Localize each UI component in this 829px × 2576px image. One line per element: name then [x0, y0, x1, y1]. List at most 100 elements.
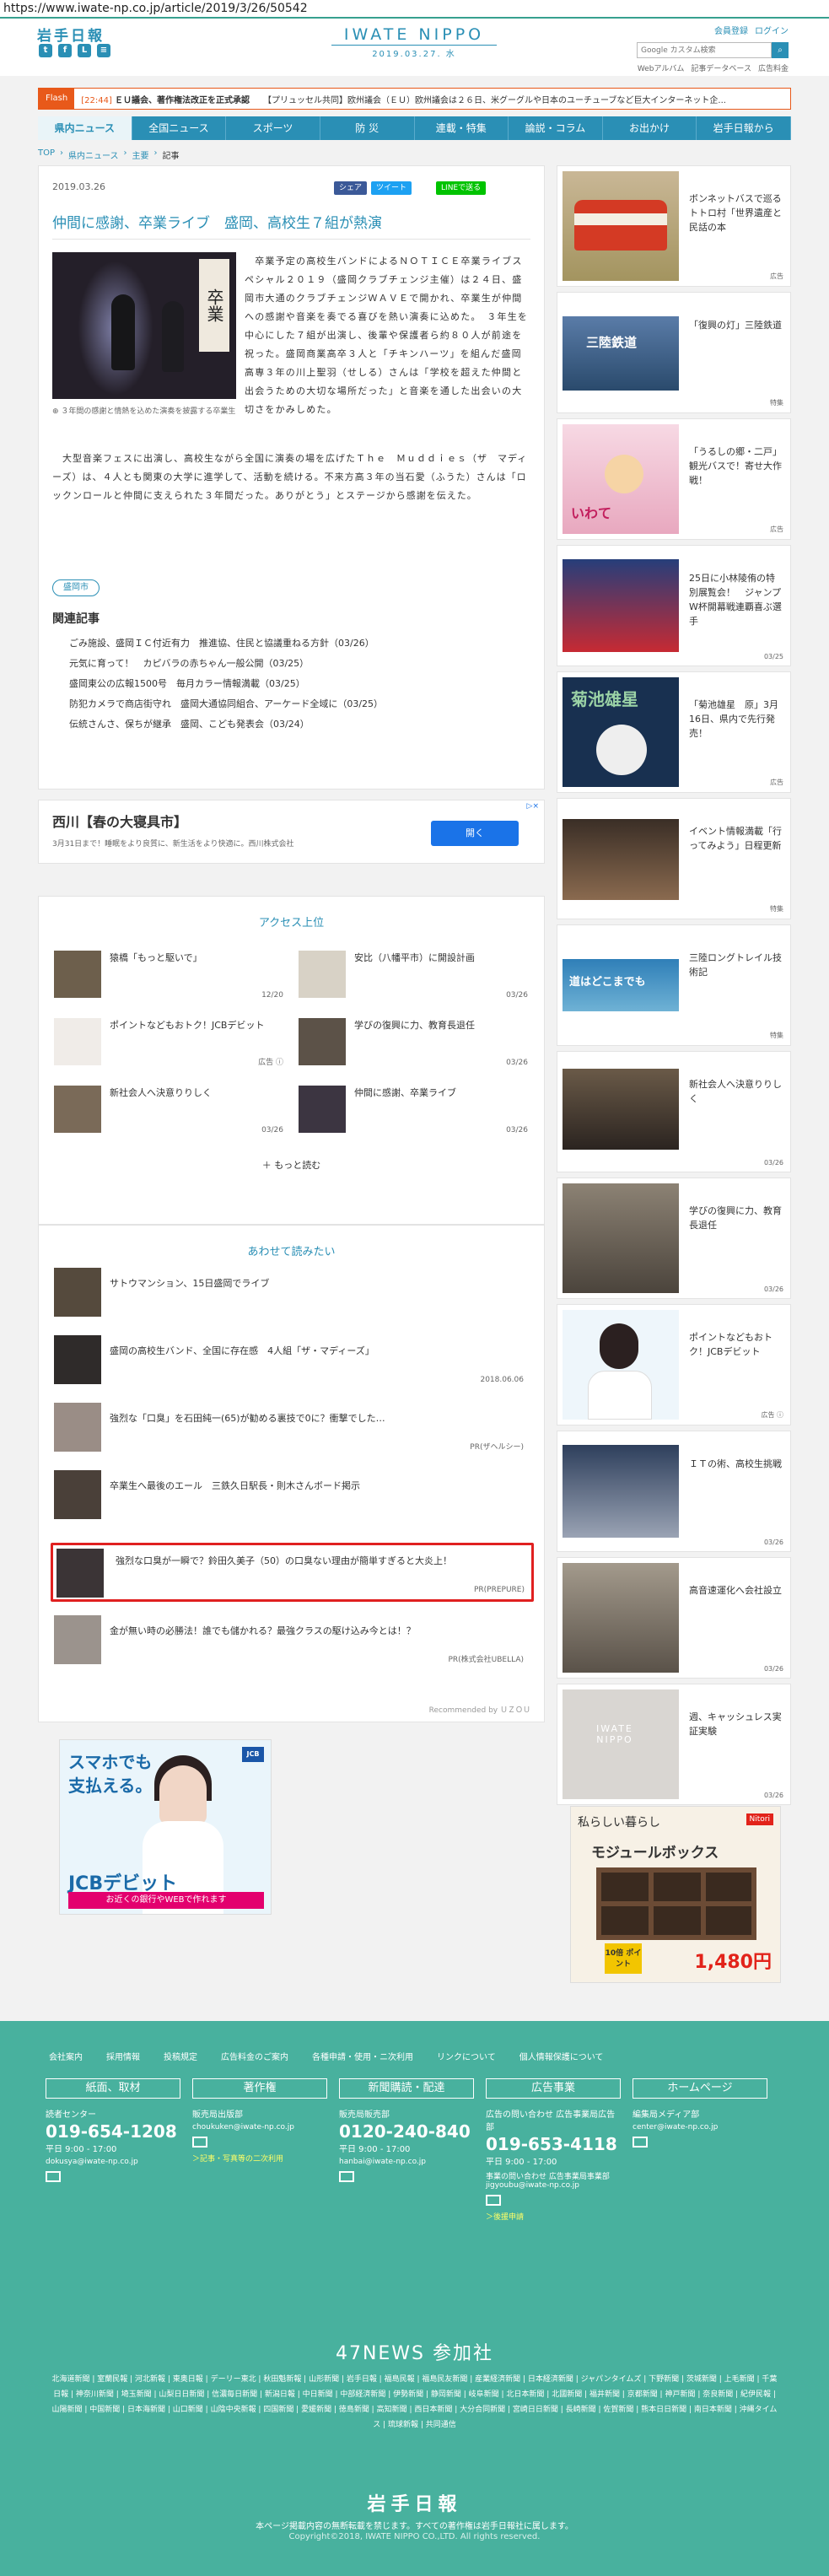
footer-link[interactable]: 会社案内 [49, 2050, 83, 2062]
recommend-item[interactable]: サトウマンション、15日盛岡でライブ [54, 1268, 530, 1322]
jcb-logo: JCB [242, 1747, 264, 1762]
footer-link[interactable]: リンクについて [437, 2050, 496, 2062]
recommend-item[interactable]: 金が無い時の必勝法！誰でも儲かれる？最強クラスの駆け込み今とは！？ PR(株式会社… [54, 1615, 530, 1669]
sponsorship-link[interactable]: ＞後援申請 [486, 2211, 621, 2222]
breadcrumb-local[interactable]: 県内ニュース [68, 148, 119, 161]
ranking-item[interactable]: ポイントなどもおトク！JCBデビット 広告 ⓘ [54, 1018, 283, 1067]
ranking-item[interactable]: 安比（八幡平市）に開設計画 03/26 [299, 951, 528, 1000]
footer-link[interactable]: 各種申請・使用・ニ次利用 [312, 2050, 413, 2062]
tweet-button[interactable]: ツイート [371, 181, 412, 195]
footer-links: 会社案内 採用情報 投稿規定 広告料金のご案内 各種申請・使用・ニ次利用 リンク… [49, 2050, 603, 2062]
nav-tab-from-nippo[interactable]: 岩手日報から [697, 116, 791, 140]
side-item[interactable]: 三陸鉄道 「復興の灯」三陸鉄道 特集 [557, 292, 791, 413]
thumbnail [54, 1403, 101, 1452]
subnav-album[interactable]: Webアルバム [638, 62, 685, 73]
side-thumbnail [563, 1310, 679, 1420]
phone-number[interactable]: 0120-240-840 [339, 2121, 474, 2142]
facebook-share-button[interactable]: シェア [334, 181, 368, 195]
flash-item[interactable]: [22:44] ＥＵ議会、著作権法改正を正式承認 [81, 93, 250, 105]
mail-icon[interactable] [633, 2137, 648, 2148]
footer-link[interactable]: 広告料金のご案内 [221, 2050, 288, 2062]
nav-tab-outing[interactable]: お出かけ [603, 116, 697, 140]
thumbnail [54, 951, 101, 998]
side-item[interactable]: 道はどこまでも 三陸ロングトレイル技術記 特集 [557, 924, 791, 1046]
nitori-ad[interactable]: 私らしい暮らし Nitori モジュールボックス 10倍 ポイント 1,480円 [570, 1806, 781, 1983]
mail-icon[interactable] [46, 2171, 61, 2182]
footer-logo[interactable]: 岩手日報 [0, 2489, 829, 2516]
related-link[interactable]: 盛岡東公の広報1500号 毎月カラー情報満載（03/25） [52, 674, 531, 694]
phone-number[interactable]: 019-654-1208 [46, 2121, 180, 2142]
related-link[interactable]: 防犯カメラで商店街守れ 盛岡大通協同組合、アーケード全域に（03/25） [52, 694, 531, 714]
ranking-item[interactable]: 新社会人へ決意りりしく 03/26 [54, 1086, 283, 1134]
footer-link[interactable]: 投稿規定 [164, 2050, 197, 2062]
thumbnail [54, 1470, 101, 1519]
side-thumbnail [563, 171, 679, 281]
related-link[interactable]: 伝統さんさ、保ちが継承 盛岡、こども発表会（03/24） [52, 714, 531, 735]
subnav-ad-rates[interactable]: 広告料金 [758, 62, 789, 73]
nav-tab-national[interactable]: 全国ニュース [132, 116, 227, 140]
ranking-item[interactable]: 猿橋「もっと駆いで」 12/20 [54, 951, 283, 1000]
partner-papers[interactable]: 北海道新聞 | 室蘭民報 | 河北新報 | 東奥日報 | デーリー東北 | 秋田… [51, 2372, 778, 2433]
recommend-item[interactable]: 強烈な「口臭」を石田純一(65)が勧める裏技で0に？衝撃でした… PR(ザヘルシー… [54, 1403, 530, 1457]
nav-tab-column[interactable]: 論説・コラム [509, 116, 603, 140]
more-button[interactable]: ＋ もっと読む [39, 1158, 544, 1172]
ad-open-button[interactable]: 開く [431, 821, 519, 846]
side-item[interactable]: 学びの復興に力、教育長退任 03/26 [557, 1178, 791, 1299]
side-item[interactable]: 菊池雄星 「菊池雄星 原」3月16日、県内で先行発売！ 広告 [557, 671, 791, 793]
mail-icon[interactable] [486, 2195, 501, 2206]
nav-tab-local[interactable]: 県内ニュース [38, 116, 132, 140]
side-item[interactable]: IWATE NIPPO 週、キャッシュレス実証実験 03/26 [557, 1684, 791, 1805]
contact-advertising: 広告事業 広告の問い合わせ 広告事業局広告部 019-653-4118 平日 9:00… [486, 2078, 621, 2222]
line-icon[interactable]: L [78, 44, 91, 57]
recommend-item[interactable]: 卒業生へ最後のエール 三鉄久日駅長・則木さんボード掲示 [54, 1470, 530, 1524]
recommend-item[interactable]: 盛岡の高校生バンド、全国に存在感 4人組「ザ・マディーズ」 2018.06.06 [54, 1335, 530, 1389]
mail-icon[interactable] [192, 2137, 207, 2148]
related-link[interactable]: ごみ施設、盛岡ＩＣ付近有力 推進協、住民と協議重ねる方針（03/26） [52, 633, 531, 654]
facebook-icon[interactable]: f [58, 44, 72, 57]
side-item[interactable]: 新社会人へ決意りりしく 03/26 [557, 1051, 791, 1172]
related-link[interactable]: 元気に育って！ カピバラの赤ちゃん一般公開（03/25） [52, 654, 531, 674]
flash-item[interactable]: 【プリュッセル共同】欧州議会（ＥＵ）欧州議会は２６日、米グーグルや日本のユーチュ… [263, 93, 726, 105]
side-thumbnail [563, 819, 679, 900]
rss-icon[interactable]: ≡ [97, 44, 110, 57]
flash-news-ticker[interactable]: Flash [22:44] ＥＵ議会、著作権法改正を正式承認 【プリュッセル共同… [38, 88, 791, 110]
jcb-debit-ad[interactable]: スマホでも 支払える。 JCB JCBデビット お近くの銀行やWEBで作れます [59, 1739, 272, 1915]
search-input[interactable] [637, 42, 772, 58]
search-icon[interactable]: ⌕ [772, 42, 789, 58]
recommend-item-highlighted[interactable]: 強烈な口臭が一瞬で？鈴田久美子（50）の口臭ない理由が簡単すぎると大炎上！ PR(… [51, 1543, 534, 1602]
ranking-item[interactable]: 仲間に感謝、卒業ライブ 03/26 [299, 1086, 528, 1134]
side-item[interactable]: ＩＴの術、高校生挑戦 03/26 [557, 1431, 791, 1552]
brand-block[interactable]: IWATE NIPPO 2019.03.27. 水 [331, 25, 497, 59]
uzou-credit[interactable]: Recommended by ＵＺＯＵ [429, 1704, 530, 1715]
side-item[interactable]: ボンネットバスで巡るトトロ村「世界遺産と民話の本 広告 [557, 165, 791, 287]
side-item[interactable]: 25日に小林陵侑の特別展覧会！ ジャンプW杯開幕戦連覇喜ぶ選手 03/25 [557, 545, 791, 666]
login-link[interactable]: ログイン [755, 24, 789, 36]
side-item[interactable]: 高音速運化へ会社設立 03/26 [557, 1557, 791, 1679]
side-item[interactable]: イベント情報満載「行ってみよう」日程更新 特集 [557, 798, 791, 919]
breadcrumb-main[interactable]: 主要 [132, 148, 149, 161]
nav-tab-disaster[interactable]: 防 災 [320, 116, 415, 140]
nav-tab-features[interactable]: 連載・特集 [415, 116, 509, 140]
breadcrumb-top[interactable]: TOP [38, 148, 55, 161]
footer-link[interactable]: 個人情報保護について [519, 2050, 604, 2062]
line-share-button[interactable]: LINEで送る [436, 181, 487, 195]
twitter-icon[interactable]: t [39, 44, 52, 57]
side-item[interactable]: いわて 「うるしの郷・二戸」観光バスで！寄せ大作戦！ 広告 [557, 418, 791, 540]
phone-number[interactable]: 019-653-4118 [486, 2134, 621, 2154]
register-link[interactable]: 会員登録 [714, 24, 748, 36]
mail-icon[interactable] [339, 2171, 354, 2182]
subnav-database[interactable]: 記事データベース [691, 62, 751, 73]
nav-tab-sports[interactable]: スポーツ [226, 116, 320, 140]
site-logo[interactable]: 岩手日報 [37, 24, 105, 45]
related-title: 関連記事 [52, 612, 100, 626]
adchoices-icon[interactable]: ▷× [527, 802, 539, 811]
side-item[interactable]: ポイントなどもおトク！JCBデビット 広告 ⓘ [557, 1304, 791, 1425]
thumbnail [57, 1549, 104, 1598]
secondary-use-link[interactable]: ＞記事・写真等の二次利用 [192, 2153, 327, 2164]
footer-link[interactable]: 採用情報 [106, 2050, 140, 2062]
nishikawa-ad[interactable]: ▷× 西川【春の大寝具市】 3月31日まで！睡眠をより良質に、新生活をより快適に… [38, 800, 545, 864]
zoom-icon[interactable]: ⊕ [52, 407, 61, 416]
ranking-item[interactable]: 学びの復興に力、教育長退任 03/26 [299, 1018, 528, 1067]
tag-morioka[interactable]: 盛岡市 [52, 579, 100, 596]
article-photo[interactable]: 卒業 [52, 252, 236, 399]
